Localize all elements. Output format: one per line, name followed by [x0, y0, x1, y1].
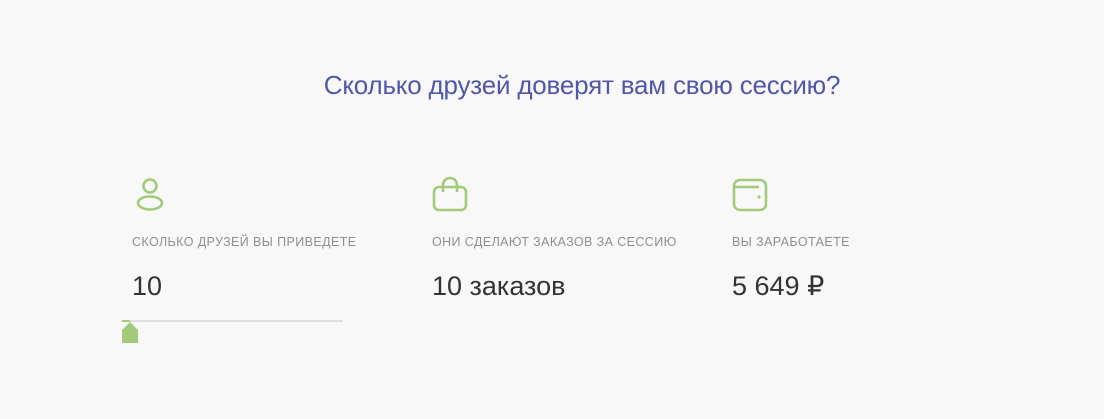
earnings-column: ВЫ ЗАРАБОТАЕТЕ 5 649 ₽ — [731, 176, 971, 301]
friends-value: 10 — [132, 271, 163, 301]
orders-label: ОНИ СДЕЛАЮТ ЗАКАЗОВ ЗА СЕССИЮ — [432, 235, 677, 249]
orders-column: ОНИ СДЕЛАЮТ ЗАКАЗОВ ЗА СЕССИЮ 10 заказов — [431, 176, 701, 301]
earnings-value: 5 649 ₽ — [732, 271, 825, 301]
slider-fill — [122, 320, 130, 322]
earnings-label: ВЫ ЗАРАБОТАЕТЕ — [732, 235, 850, 249]
shopping-bag-icon — [431, 176, 701, 214]
friends-label: СКОЛЬКО ДРУЗЕЙ ВЫ ПРИВЕДЕТЕ — [132, 235, 357, 249]
slider-handle[interactable] — [122, 322, 138, 343]
friends-column: СКОЛЬКО ДРУЗЕЙ ВЫ ПРИВЕДЕТЕ 10 — [122, 176, 371, 343]
user-icon — [131, 176, 371, 214]
slider-track[interactable] — [122, 320, 343, 322]
page-heading: Сколько друзей доверят вам свою сессию? — [323, 70, 841, 100]
orders-value: 10 заказов — [432, 271, 566, 301]
friends-slider[interactable] — [122, 310, 352, 346]
wallet-icon — [731, 176, 971, 214]
